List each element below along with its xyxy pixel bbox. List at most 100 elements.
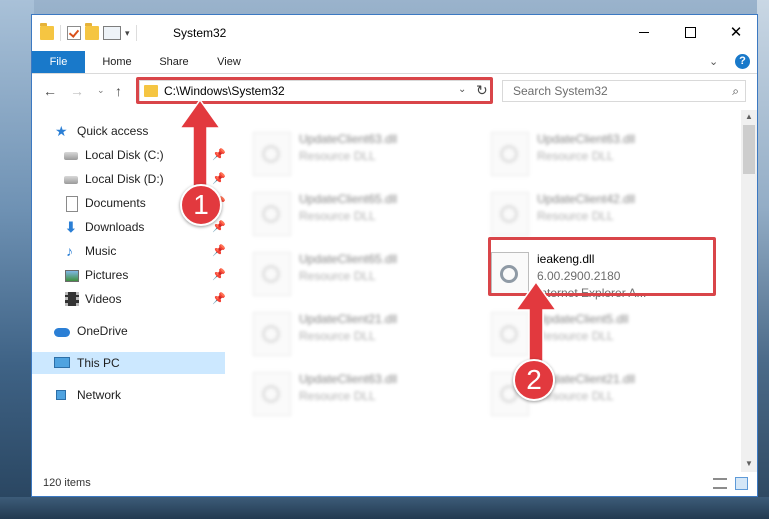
folder-icon[interactable] <box>40 23 54 40</box>
back-arrow-icon[interactable]: ← <box>43 83 57 99</box>
expand-ribbon-chevron-icon[interactable]: ⌄ <box>709 55 718 68</box>
sidebar-item-label: Local Disk (C:) <box>85 148 164 162</box>
pin-icon[interactable]: 📌 <box>212 288 226 310</box>
sidebar-item-label: Network <box>77 388 122 402</box>
toolbar-dropdown-icon[interactable]: ▾ <box>125 28 130 39</box>
desktop-background-left <box>0 0 34 519</box>
desktop-background-right <box>757 0 769 519</box>
item-count: 120 items <box>43 477 91 489</box>
search-icon[interactable]: ⌕ <box>732 84 739 99</box>
dll-file-icon <box>491 132 529 176</box>
forward-arrow-icon[interactable]: → <box>70 83 84 99</box>
vertical-scrollbar[interactable]: ▲ ▼ <box>741 110 757 472</box>
sidebar-item-label: OneDrive <box>77 324 128 338</box>
file-item[interactable]: UpdateClient63.dll Resource DLL <box>491 128 691 180</box>
quick-access-toolbar: ▾ <box>40 23 139 43</box>
maximize-button[interactable] <box>667 15 713 49</box>
dll-file-icon <box>253 372 291 416</box>
file-type: Resource DLL <box>537 209 614 223</box>
desktop-background-bottom <box>0 497 769 519</box>
dll-file-icon <box>253 132 291 176</box>
sidebar-item-label: Music <box>85 244 117 258</box>
sidebar-item-pictures[interactable]: Pictures 📌 <box>32 264 226 286</box>
file-explorer-window: ▾ System32 ✕ File Home Share View ⌄ ? ← … <box>31 14 758 497</box>
file-type: Resource DLL <box>299 209 376 223</box>
file-name: UpdateClient63.dll <box>537 132 636 146</box>
downloads-icon: ⬇ <box>65 219 77 235</box>
close-icon: ✕ <box>729 23 743 41</box>
sidebar-item-label: Documents <box>85 196 146 210</box>
file-name: UpdateClient42.dll <box>537 192 636 206</box>
file-type: Resource DLL <box>299 329 376 343</box>
search-input[interactable]: Search System32 ⌕ <box>502 80 746 102</box>
pin-icon[interactable]: 📌 <box>212 240 226 262</box>
customize-toolbar-icon[interactable] <box>103 26 121 40</box>
sidebar-item-label: Downloads <box>85 220 145 234</box>
this-pc-icon <box>54 357 70 368</box>
toolbar-divider <box>60 25 61 41</box>
drive-icon <box>64 152 78 160</box>
window-title: System32 <box>173 26 227 40</box>
file-item[interactable]: UpdateClient63.dll Resource DLL <box>253 368 453 420</box>
file-item[interactable]: UpdateClient63.dll Resource DLL <box>253 128 453 180</box>
minimize-icon <box>639 31 649 33</box>
file-name: UpdateClient65.dll <box>299 192 398 206</box>
sidebar-item-label: This PC <box>77 356 120 370</box>
drive-icon <box>64 176 78 184</box>
large-icons-view-icon[interactable] <box>735 477 748 490</box>
dll-file-icon <box>253 252 291 296</box>
sidebar-item-label: Videos <box>85 292 122 306</box>
new-folder-icon[interactable] <box>85 23 99 40</box>
pin-icon[interactable]: 📌 <box>212 264 226 286</box>
file-type: Resource DLL <box>299 389 376 403</box>
help-icon[interactable]: ? <box>735 54 750 69</box>
scroll-down-arrow-icon[interactable]: ▼ <box>745 459 753 468</box>
step-2-badge: 2 <box>513 359 555 401</box>
sidebar-item-network[interactable]: Network <box>32 384 225 406</box>
tab-view[interactable]: View <box>199 51 259 73</box>
step-1-badge: 1 <box>180 184 222 226</box>
properties-check-icon[interactable] <box>67 26 81 40</box>
file-item[interactable]: UpdateClient65.dll Resource DLL <box>253 248 453 300</box>
quick-access-star-icon: ★ <box>55 123 68 139</box>
file-item[interactable]: UpdateClient42.dll Resource DLL <box>491 188 691 240</box>
sidebar-item-label: Local Disk (D:) <box>85 172 164 186</box>
file-name: UpdateClient63.dll <box>299 372 398 386</box>
file-type: Resource DLL <box>537 149 614 163</box>
status-bar: 120 items <box>32 472 757 496</box>
title-bar: ▾ System32 ✕ <box>32 15 757 51</box>
scroll-up-arrow-icon[interactable]: ▲ <box>745 112 753 121</box>
recent-locations-chevron-icon[interactable]: ⌄ <box>97 85 105 96</box>
network-icon <box>56 390 66 400</box>
scrollbar-thumb[interactable] <box>743 125 755 174</box>
file-item[interactable]: UpdateClient21.dll Resource DLL <box>253 308 453 360</box>
tab-home[interactable]: Home <box>85 51 149 73</box>
file-name: UpdateClient21.dll <box>299 312 398 326</box>
pictures-icon <box>65 270 79 282</box>
sidebar-item-label: Quick access <box>77 124 149 138</box>
tab-file[interactable]: File <box>32 51 85 73</box>
sidebar-item-label: Pictures <box>85 268 129 282</box>
sidebar-item-videos[interactable]: Videos 📌 <box>32 288 226 310</box>
maximize-icon <box>684 26 696 38</box>
sidebar-item-music[interactable]: ♪ Music 📌 <box>32 240 226 262</box>
minimize-button[interactable] <box>621 15 667 49</box>
sidebar-item-onedrive[interactable]: OneDrive <box>32 320 225 342</box>
tab-share[interactable]: Share <box>149 51 199 73</box>
up-arrow-icon[interactable]: ↑ <box>115 83 122 99</box>
ribbon-tabs: File Home Share View ⌄ ? <box>32 51 757 74</box>
details-view-icon[interactable] <box>713 478 727 489</box>
toolbar-divider <box>135 25 137 41</box>
file-type: Resource DLL <box>299 269 376 283</box>
file-item[interactable]: UpdateClient65.dll Resource DLL <box>253 188 453 240</box>
sidebar-item-this-pc[interactable]: This PC <box>32 352 225 374</box>
music-icon: ♪ <box>66 243 73 259</box>
onedrive-icon <box>54 328 70 337</box>
file-name: UpdateClient65.dll <box>299 252 398 266</box>
close-button[interactable]: ✕ <box>713 15 759 49</box>
videos-icon <box>65 292 79 306</box>
file-name: UpdateClient63.dll <box>299 132 398 146</box>
documents-icon <box>66 196 78 212</box>
dll-file-icon <box>253 192 291 236</box>
dll-file-icon <box>253 312 291 356</box>
